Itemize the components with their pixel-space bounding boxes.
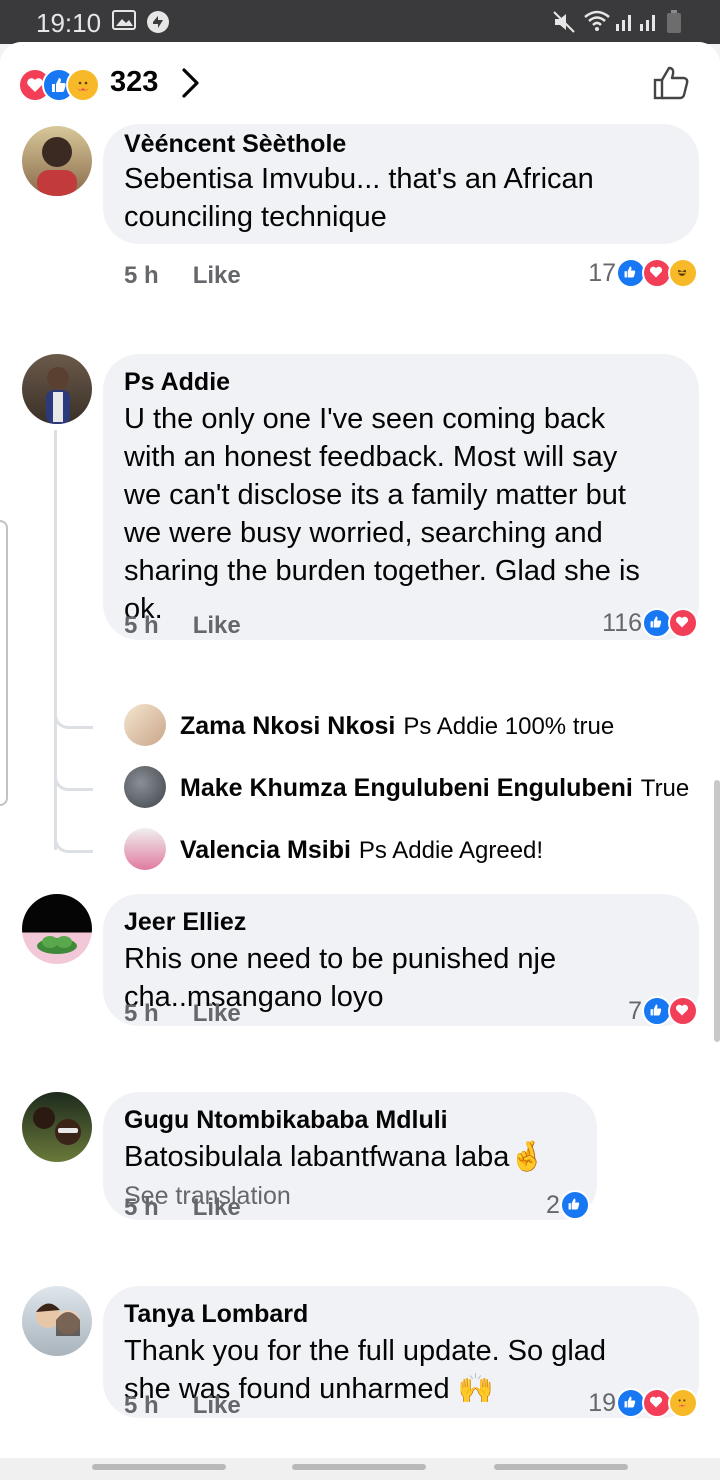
like-button[interactable]: Like <box>193 1000 241 1027</box>
nav-pill-left[interactable] <box>92 1464 226 1470</box>
comment-reactions[interactable]: 17 <box>588 258 698 288</box>
comment-meta: 5 h Like <box>124 1194 241 1222</box>
reply-connector <box>54 834 93 853</box>
avatar[interactable] <box>22 126 92 196</box>
reply-author-name[interactable]: Zama Nkosi Nkosi <box>180 712 395 740</box>
comment-bubble[interactable]: Vèéncent Sèèthole Sebentisa Imvubu... th… <box>103 124 699 244</box>
reaction-count: 2 <box>546 1190 560 1219</box>
comment-text: U the only one I've seen coming back wit… <box>124 403 640 625</box>
reply-author[interactable]: Make Khumza Engulubeni Engulubeni True <box>180 774 689 803</box>
status-time: 19:10 <box>36 8 102 38</box>
comment-reactions[interactable]: 19 <box>588 1388 698 1418</box>
comment-reactions[interactable]: 7 <box>628 996 698 1026</box>
reaction-total[interactable]: 323 <box>110 66 158 99</box>
chevron-right-icon[interactable] <box>180 66 202 105</box>
thread-line <box>54 430 57 850</box>
battery-icon <box>666 10 682 40</box>
comment-meta: 5 h Like <box>124 262 241 290</box>
scrollbar[interactable] <box>714 780 720 1042</box>
gallery-icon <box>112 10 136 36</box>
sync-icon <box>146 10 170 40</box>
avatar[interactable] <box>22 354 92 424</box>
reply-author-name[interactable]: Make Khumza Engulubeni Engulubeni <box>180 774 633 802</box>
reply-author[interactable]: Zama Nkosi Nkosi Ps Addie 100% true <box>180 712 614 741</box>
reply-connector <box>54 710 93 729</box>
reaction-count: 19 <box>588 1388 616 1417</box>
comment-meta: 5 h Like <box>124 1000 241 1028</box>
comment-time: 5 h <box>124 1000 159 1027</box>
comment-author[interactable]: Ps Addie <box>124 368 230 397</box>
reaction-count: 116 <box>602 608 642 637</box>
comment-meta: 5 h Like <box>124 1392 241 1420</box>
haha-icon <box>668 258 698 288</box>
comment-bubble[interactable]: Ps Addie U the only one I've seen coming… <box>103 354 699 640</box>
avatar[interactable] <box>124 704 166 746</box>
reply-text: True <box>640 775 690 802</box>
wifi-icon <box>584 10 610 38</box>
reactions-header[interactable]: 323 <box>0 42 720 124</box>
reaction-count: 7 <box>628 996 642 1025</box>
comment-text: Sebentisa Imvubu... that's an African co… <box>124 163 594 233</box>
reply-author[interactable]: Valencia Msibi Ps Addie Agreed! <box>180 836 543 865</box>
comments-sheet: 323 Vèéncent Sèèthole Sebentisa Imvubu..… <box>0 42 720 1458</box>
signal-icon <box>614 10 636 38</box>
heart-icon <box>668 996 698 1026</box>
comment-time: 5 h <box>124 1392 159 1419</box>
avatar[interactable] <box>22 1092 92 1162</box>
reply-connector <box>54 772 93 791</box>
comment-time: 5 h <box>124 612 159 639</box>
like-outline-icon[interactable] <box>652 64 690 107</box>
status-bar: 19:10 <box>0 0 720 44</box>
comment-author[interactable]: Jeer Elliez <box>124 908 246 937</box>
nav-pill-right[interactable] <box>494 1464 628 1470</box>
reply-text: Ps Addie Agreed! <box>358 837 544 864</box>
nav-pill-center[interactable] <box>292 1464 426 1470</box>
comment-author[interactable]: Vèéncent Sèèthole <box>124 130 346 159</box>
comment-meta: 5 h Like <box>124 612 241 640</box>
reply-author-name[interactable]: Valencia Msibi <box>180 836 351 864</box>
comment-reactions[interactable]: 2 <box>546 1190 590 1220</box>
signal-2-icon <box>638 10 660 38</box>
avatar[interactable] <box>22 894 92 964</box>
comment-author[interactable]: Tanya Lombard <box>124 1300 308 1329</box>
mute-icon <box>552 10 576 40</box>
like-button[interactable]: Like <box>193 1194 241 1221</box>
care-icon <box>668 1388 698 1418</box>
comment-time: 5 h <box>124 1194 159 1221</box>
care-icon <box>66 68 100 102</box>
avatar[interactable] <box>124 766 166 808</box>
reaction-count: 17 <box>588 258 616 287</box>
like-icon <box>559 1190 590 1220</box>
heart-icon <box>668 608 698 638</box>
comment-author[interactable]: Gugu Ntombikababa Mdluli <box>124 1106 448 1135</box>
like-button[interactable]: Like <box>193 262 241 289</box>
comment-reactions[interactable]: 116 <box>602 608 698 638</box>
avatar[interactable] <box>124 828 166 870</box>
comment-time: 5 h <box>124 262 159 289</box>
like-button[interactable]: Like <box>193 612 241 639</box>
system-nav-bar <box>0 1458 720 1480</box>
reply-text: Ps Addie 100% true <box>403 713 615 740</box>
like-button[interactable]: Like <box>193 1392 241 1419</box>
side-panel-handle[interactable] <box>0 520 8 806</box>
avatar[interactable] <box>22 1286 92 1356</box>
comment-text: Batosibulala labantfwana laba🤞 <box>124 1141 546 1173</box>
